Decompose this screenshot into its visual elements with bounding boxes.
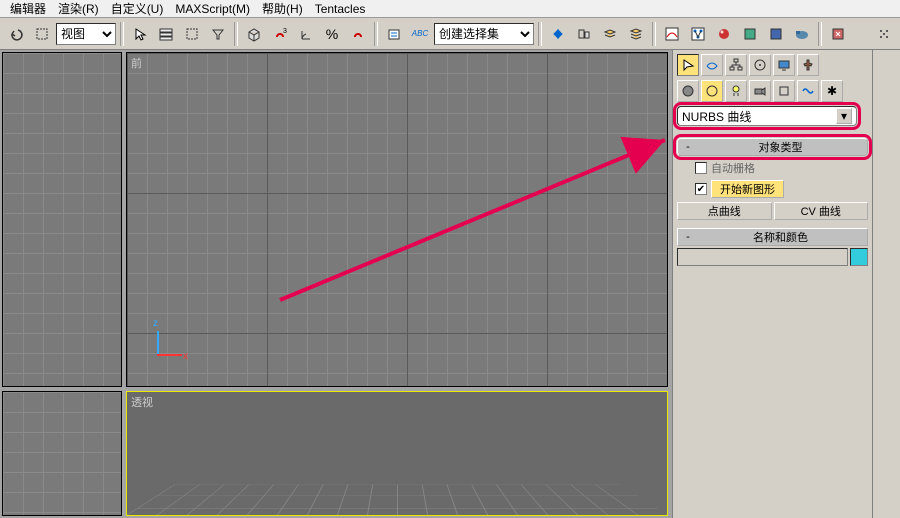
create-subtabs: ✱ xyxy=(677,80,868,102)
right-edge-panel xyxy=(872,50,900,518)
separator xyxy=(652,22,656,46)
lights-subtab[interactable] xyxy=(725,80,747,102)
name-color-rollout[interactable]: - 名称和颜色 xyxy=(677,228,868,246)
separator xyxy=(120,22,124,46)
quick-render-button[interactable] xyxy=(790,22,814,46)
main-toolbar: 视图 3 % ABC 创建选择集 xyxy=(0,18,900,50)
geometry-subtab[interactable] xyxy=(677,80,699,102)
command-panel: ✱ NURBS 曲线 ▾ - 对象类型 自动栅格 ✔ 开始新图形 点曲线 CV … xyxy=(672,50,872,518)
viewport-label-perspective: 透视 xyxy=(131,394,153,410)
grid-major xyxy=(127,53,667,386)
menu-maxscript[interactable]: MAXScript(M) xyxy=(169,2,256,16)
object-type-rollout[interactable]: - 对象类型 xyxy=(677,138,868,156)
menu-tentacles[interactable]: Tentacles xyxy=(309,2,372,16)
menu-render[interactable]: 渲染(R) xyxy=(52,0,105,17)
mirror-button[interactable] xyxy=(546,22,570,46)
grid xyxy=(3,392,121,515)
dropdown-value: NURBS 曲线 xyxy=(682,108,751,125)
curve-buttons: 点曲线 CV 曲线 xyxy=(677,202,868,220)
abc-button[interactable]: ABC xyxy=(408,22,432,46)
undo-button[interactable] xyxy=(4,22,28,46)
point-curve-button[interactable]: 点曲线 xyxy=(677,202,772,220)
systems-subtab[interactable]: ✱ xyxy=(821,80,843,102)
dropdown-arrow-icon: ▾ xyxy=(836,108,852,124)
object-name-input[interactable] xyxy=(677,248,848,266)
select-button[interactable] xyxy=(128,22,152,46)
start-shape-row: ✔ 开始新图形 xyxy=(677,178,868,200)
help-icon[interactable] xyxy=(826,22,850,46)
motion-tab[interactable] xyxy=(749,54,771,76)
layer-manager-button[interactable] xyxy=(624,22,648,46)
spinner-snap-toggle[interactable] xyxy=(346,22,370,46)
start-shape-checkbox[interactable]: ✔ xyxy=(695,183,707,195)
menu-customize[interactable]: 自定义(U) xyxy=(105,0,170,17)
viewport-label-front: 前 xyxy=(131,55,142,71)
select-region-button[interactable] xyxy=(30,22,54,46)
rollout-title: 对象类型 xyxy=(698,139,863,155)
select-name-button[interactable] xyxy=(154,22,178,46)
collapse-icon: - xyxy=(682,141,694,153)
command-tabs-top xyxy=(677,54,868,76)
shapes-subtab[interactable] xyxy=(701,80,723,102)
material-button[interactable] xyxy=(712,22,736,46)
angle-snap-toggle[interactable] xyxy=(294,22,318,46)
filter-button[interactable] xyxy=(206,22,230,46)
separator xyxy=(374,22,378,46)
axis-gizmo: z x xyxy=(147,326,187,366)
grid xyxy=(3,53,121,386)
render-frame-button[interactable] xyxy=(764,22,788,46)
viewport-select[interactable]: 视图 xyxy=(56,23,116,45)
utilities-tab[interactable] xyxy=(797,54,819,76)
collapse-icon: - xyxy=(682,231,694,243)
cv-curve-button[interactable]: CV 曲线 xyxy=(774,202,869,220)
separator xyxy=(818,22,822,46)
separator xyxy=(234,22,238,46)
layer-button[interactable] xyxy=(598,22,622,46)
viewport-area: 前 z x 透视 xyxy=(0,50,670,518)
schematic-button[interactable] xyxy=(686,22,710,46)
create-tab[interactable] xyxy=(677,54,699,76)
color-swatch[interactable] xyxy=(850,248,868,266)
svg-text:3: 3 xyxy=(283,28,287,35)
menu-bar: 编辑器 渲染(R) 自定义(U) MAXScript(M) 帮助(H) Tent… xyxy=(0,0,900,18)
name-color-row xyxy=(677,248,868,266)
rollout-title: 名称和颜色 xyxy=(698,229,863,245)
spacewarps-subtab[interactable] xyxy=(797,80,819,102)
menu-help[interactable]: 帮助(H) xyxy=(256,0,309,17)
percent-snap-toggle[interactable]: % xyxy=(320,22,344,46)
snap-toggle[interactable]: 3 xyxy=(268,22,292,46)
helpers-subtab[interactable] xyxy=(773,80,795,102)
display-tab[interactable] xyxy=(773,54,795,76)
separator xyxy=(538,22,542,46)
auto-grid-row: 自动栅格 xyxy=(677,158,868,178)
start-shape-label: 开始新图形 xyxy=(711,180,784,198)
render-setup-button[interactable] xyxy=(738,22,762,46)
cameras-subtab[interactable] xyxy=(749,80,771,102)
perspective-grid xyxy=(127,485,667,515)
nurbs-curve-dropdown[interactable]: NURBS 曲线 ▾ xyxy=(677,106,857,126)
viewport-perspective[interactable]: 透视 xyxy=(126,391,668,516)
named-sel-button[interactable] xyxy=(382,22,406,46)
auto-grid-checkbox xyxy=(695,162,707,174)
align-button[interactable] xyxy=(572,22,596,46)
viewport-top-left[interactable] xyxy=(2,52,122,387)
cube-button[interactable] xyxy=(242,22,266,46)
menu-editor[interactable]: 编辑器 xyxy=(4,0,52,17)
viewport-bottom-left[interactable] xyxy=(2,391,122,516)
modify-tab[interactable] xyxy=(701,54,723,76)
extra-icon[interactable] xyxy=(872,22,896,46)
select-rect-button[interactable] xyxy=(180,22,204,46)
viewport-front[interactable]: 前 z x xyxy=(126,52,668,387)
selection-set-dropdown[interactable]: 创建选择集 xyxy=(434,23,534,45)
hierarchy-tab[interactable] xyxy=(725,54,747,76)
curve-editor-button[interactable] xyxy=(660,22,684,46)
auto-grid-label: 自动栅格 xyxy=(711,160,755,176)
